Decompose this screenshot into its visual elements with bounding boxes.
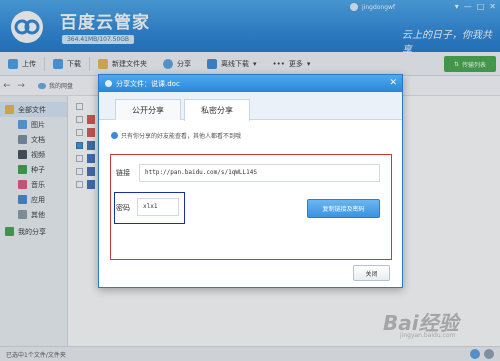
share-link-field[interactable]: http://pan.baidu.com/s/1qWLL14S bbox=[139, 164, 380, 182]
share-dialog: 分享文件：说课.doc ✕ 公开分享 私密分享 只有你分享的好友能查看，其他人都… bbox=[98, 74, 403, 288]
private-share-notice: 只有你分享的好友能查看，其他人都看不到哦 bbox=[111, 131, 241, 140]
tab-public-share[interactable]: 公开分享 bbox=[115, 99, 181, 120]
notice-text: 只有你分享的好友能查看，其他人都看不到哦 bbox=[121, 133, 242, 140]
dialog-header: 分享文件：说课.doc bbox=[99, 75, 402, 92]
share-info-box: 链接 http://pan.baidu.com/s/1qWLL14S 密码 xl… bbox=[110, 154, 392, 260]
dialog-title: 分享文件：说课.doc bbox=[116, 79, 180, 88]
copy-link-and-password-button[interactable]: 复制链接及密码 bbox=[307, 199, 380, 218]
tab-label: 公开分享 bbox=[132, 105, 164, 115]
share-tabs: 公开分享 私密分享 bbox=[99, 92, 402, 121]
share-password-field[interactable]: xlx1 bbox=[137, 198, 179, 216]
tab-private-share[interactable]: 私密分享 bbox=[184, 99, 250, 121]
watermark-url: jingyan.baidu.com bbox=[400, 332, 456, 339]
dialog-close-icon[interactable]: ✕ bbox=[389, 78, 397, 88]
info-icon bbox=[111, 132, 118, 139]
tab-label: 私密分享 bbox=[201, 106, 233, 115]
dialog-share-icon bbox=[105, 80, 112, 87]
link-label: 链接 bbox=[116, 169, 130, 177]
close-button[interactable]: 关闭 bbox=[353, 265, 390, 281]
password-label: 密码 bbox=[116, 204, 130, 212]
